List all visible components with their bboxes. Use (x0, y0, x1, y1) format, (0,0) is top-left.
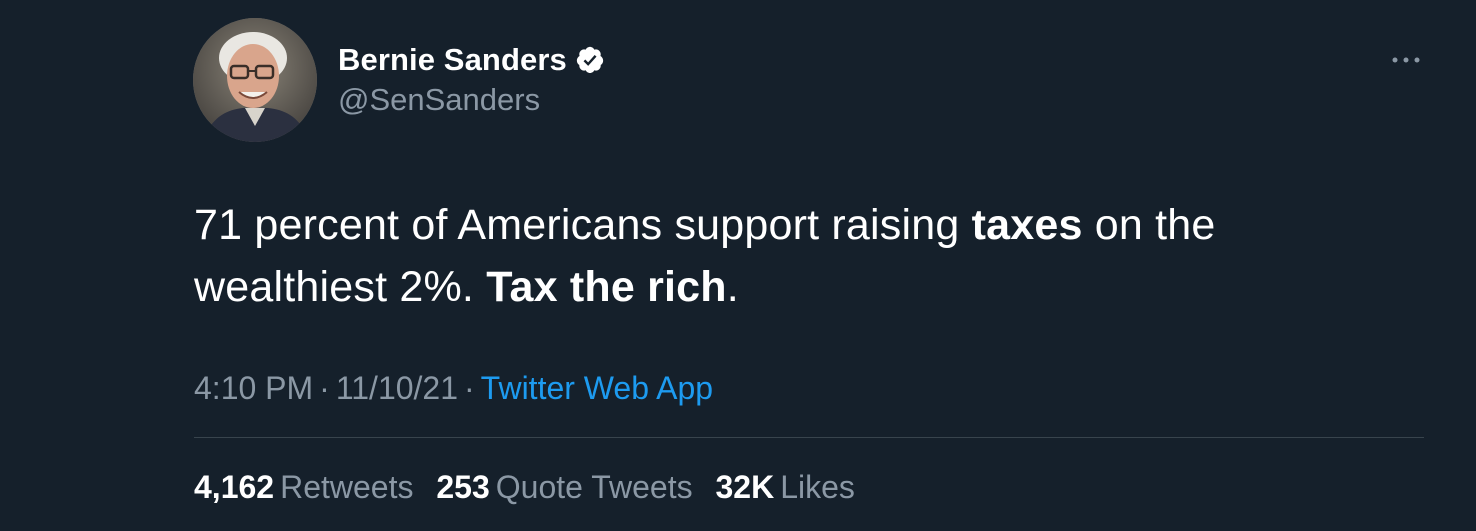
tweet-time[interactable]: 4:10 PM (194, 370, 313, 406)
tweet-text-bold-segment: Tax the rich (486, 263, 727, 311)
likes-label: Likes (780, 469, 855, 505)
meta-separator: · (319, 370, 330, 406)
retweets-count: 4,162 (194, 469, 275, 505)
tweet-text: 71 percent of Americans support raising … (194, 194, 1394, 318)
profile-photo-icon (193, 18, 317, 142)
tweet-source-link[interactable]: Twitter Web App (481, 370, 713, 406)
tweet-text-segment: 71 percent of Americans support raising (194, 201, 972, 249)
divider (194, 437, 1424, 438)
likes-stat[interactable]: 32K Likes (716, 465, 855, 509)
tweet-text-bold-segment: taxes (971, 201, 1083, 249)
more-options-icon[interactable] (1386, 45, 1426, 75)
meta-separator: · (464, 370, 475, 406)
author-name-row[interactable]: Bernie Sanders (338, 40, 605, 80)
verified-badge-icon (575, 45, 605, 75)
author-handle[interactable]: @SenSanders (338, 82, 540, 118)
author-display-name[interactable]: Bernie Sanders (338, 42, 567, 78)
quote-tweets-count: 253 (436, 469, 490, 505)
retweets-label: Retweets (280, 469, 414, 505)
quote-tweets-stat[interactable]: 253 Quote Tweets (436, 465, 692, 509)
quote-tweets-label: Quote Tweets (495, 469, 693, 505)
tweet-date[interactable]: 11/10/21 (336, 370, 458, 406)
tweet-text-segment: . (726, 263, 739, 311)
avatar[interactable] (193, 18, 317, 142)
tweet-meta: 4:10 PM · 11/10/21 · Twitter Web App (194, 366, 713, 410)
likes-count: 32K (715, 469, 775, 505)
retweets-stat[interactable]: 4,162 Retweets (194, 465, 413, 509)
tweet-stats: 4,162 Retweets 253 Quote Tweets 32K Likes (194, 465, 869, 509)
tweet-card: Bernie Sanders @SenSanders 71 percent of… (0, 0, 1476, 531)
